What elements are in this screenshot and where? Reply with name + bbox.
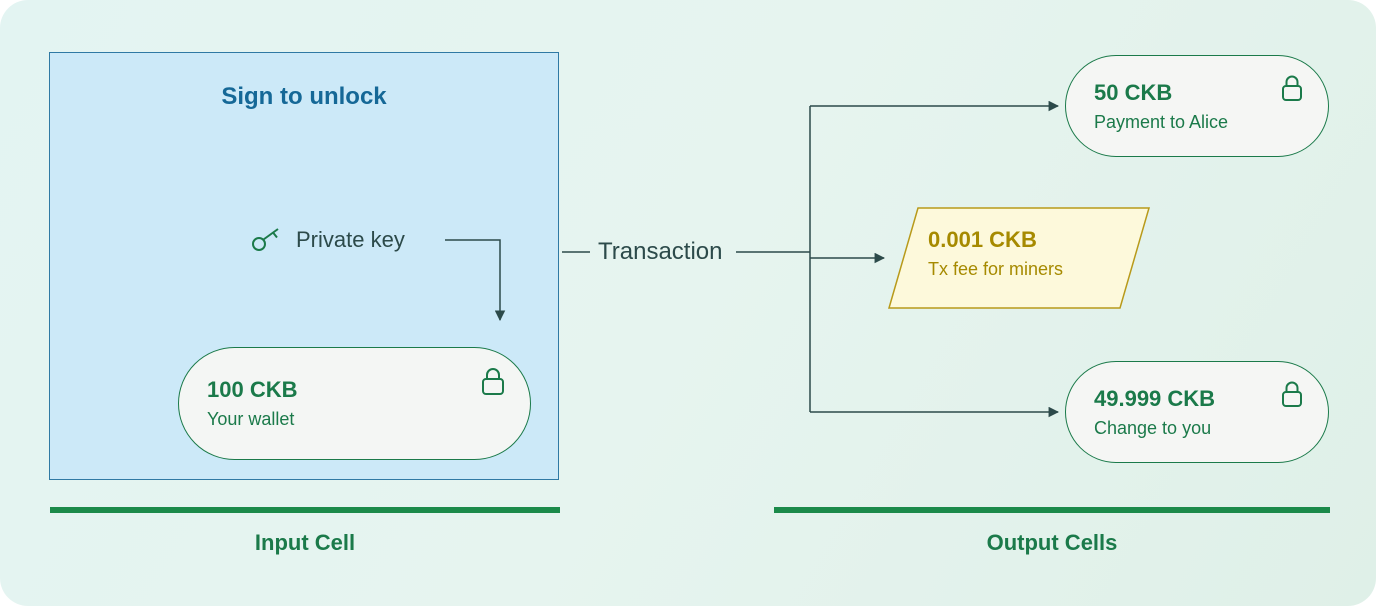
output-c-amount: 49.999 CKB	[1094, 386, 1300, 412]
fee-box: 0.001 CKB Tx fee for miners	[888, 207, 1150, 309]
key-icon	[250, 227, 284, 253]
output-section-label: Output Cells	[952, 530, 1152, 556]
fee-amount: 0.001 CKB	[928, 227, 1063, 253]
output-section-bar	[774, 507, 1330, 513]
private-key-label: Private key	[296, 227, 405, 253]
output-pill-alice: 50 CKB Payment to Alice	[1065, 55, 1329, 157]
sign-to-unlock-title: Sign to unlock	[50, 83, 558, 111]
output-a-sub: Payment to Alice	[1094, 112, 1300, 133]
transaction-diagram: Sign to unlock Private key 100 CKB Your …	[0, 0, 1376, 606]
transaction-label: Transaction	[598, 238, 723, 266]
input-cell-panel: Sign to unlock Private key 100 CKB Your …	[49, 52, 559, 480]
lock-icon	[480, 366, 506, 396]
output-a-amount: 50 CKB	[1094, 80, 1300, 106]
wallet-amount: 100 CKB	[207, 377, 502, 403]
output-pill-change: 49.999 CKB Change to you	[1065, 361, 1329, 463]
lock-icon	[1280, 380, 1304, 408]
wallet-pill: 100 CKB Your wallet	[178, 347, 531, 460]
wallet-sub: Your wallet	[207, 409, 502, 430]
private-key-row: Private key	[250, 227, 405, 253]
lock-icon	[1280, 74, 1304, 102]
fee-content: 0.001 CKB Tx fee for miners	[928, 227, 1063, 280]
fee-sub: Tx fee for miners	[928, 259, 1063, 280]
output-c-sub: Change to you	[1094, 418, 1300, 439]
input-section-label: Input Cell	[205, 530, 405, 556]
input-section-bar	[50, 507, 560, 513]
